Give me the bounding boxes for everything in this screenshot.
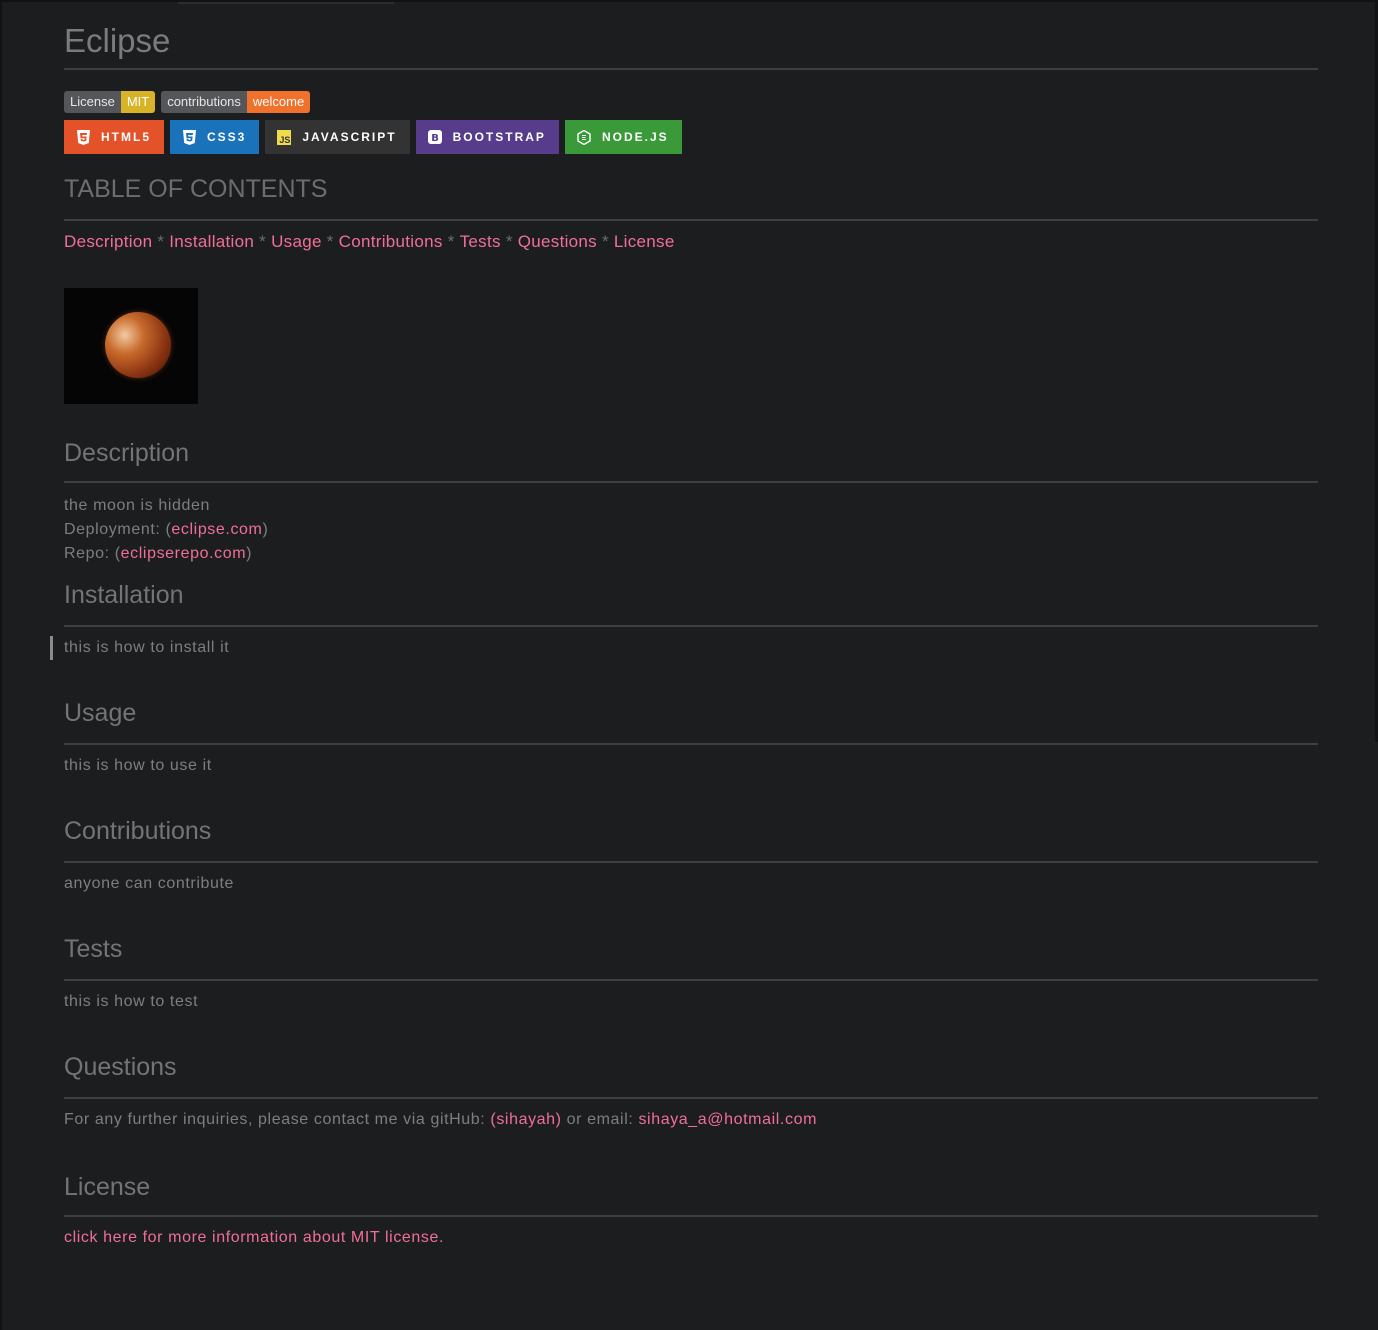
tab-indicator [178,2,394,4]
nodejs-badge[interactable]: NODE.JS [564,120,682,154]
license-heading: License [64,1173,151,1201]
questions-text-middle: or email: [561,1111,639,1128]
installation-text: this is how to install it [64,639,230,656]
toc-separator: * [447,232,455,251]
close-paren: ) [246,545,253,562]
javascript-badge[interactable]: JS JAVASCRIPT [265,120,410,154]
badge-label: JAVASCRIPT [302,130,397,144]
repo-line: Repo: (eclipserepo.com) [64,542,268,566]
table-of-contents: Description * Installation * Usage * Contribut… [64,232,675,252]
html5-badge[interactable]: HTML5 [64,120,164,154]
divider [64,743,1318,745]
readme-page: Eclipse License MIT contributions welcom… [0,0,1378,1330]
toc-link-installation[interactable]: Installation [169,232,254,251]
license-link[interactable]: click here for more information about MI… [64,1229,444,1246]
badge-label: License [64,91,121,113]
page-title: Eclipse [64,22,171,59]
moon-graphic [105,312,171,378]
toc-link-contributions[interactable]: Contributions [339,232,443,251]
description-text: the moon is hidden [64,497,211,514]
divider [64,1215,1318,1217]
toc-link-license[interactable]: License [614,232,675,251]
repo-link[interactable]: eclipserepo.com [121,545,247,562]
css3-icon [182,129,196,145]
license-badge[interactable]: License MIT [64,91,156,113]
toc-separator: * [505,232,513,251]
toc-separator: * [601,232,609,251]
css3-badge[interactable]: CSS3 [170,120,260,154]
description-heading: Description [64,439,190,467]
installation-heading: Installation [64,581,184,609]
toc-heading: TABLE OF CONTENTS [64,175,328,203]
email-link[interactable]: sihaya_a@hotmail.com [638,1111,817,1128]
divider [64,625,1318,627]
deployment-label: Deployment: ( [64,521,172,538]
badge-label: NODE.JS [601,130,669,144]
divider [64,861,1318,863]
divider [64,219,1318,221]
javascript-icon: JS [277,129,292,145]
toc-link-description[interactable]: Description [64,232,152,251]
divider [64,979,1318,981]
toc-link-usage[interactable]: Usage [271,232,322,251]
usage-heading: Usage [64,699,137,727]
close-paren: ) [262,521,269,538]
divider [64,1097,1318,1099]
usage-text: this is how to use it [64,757,212,774]
shield-badges: License MIT contributions welcome [64,91,311,113]
contributions-badge[interactable]: contributions welcome [161,91,311,113]
svg-text:B: B [431,133,439,144]
toc-link-questions[interactable]: Questions [518,232,597,251]
toc-separator: * [259,232,267,251]
tests-heading: Tests [64,935,123,963]
divider [64,68,1318,70]
deployment-line: Deployment: (eclipse.com) [64,518,268,542]
eclipse-image [64,288,198,404]
questions-text-before: For any further inquiries, please contac… [64,1111,491,1128]
license-section: click here for more information about MI… [64,1226,444,1250]
contributions-heading: Contributions [64,817,212,845]
questions-heading: Questions [64,1053,177,1081]
bootstrap-icon: B [427,130,442,145]
divider [64,481,1318,483]
badge-label: HTML5 [101,130,151,144]
tests-text: this is how to test [64,993,199,1010]
badge-label: BOOTSTRAP [452,130,546,144]
badge-value: welcome [246,91,311,113]
toc-link-tests[interactable]: Tests [460,232,501,251]
bootstrap-badge[interactable]: B BOOTSTRAP [415,120,559,154]
deployment-link[interactable]: eclipse.com [171,521,262,538]
repo-label: Repo: ( [64,545,121,562]
badge-label: contributions [161,91,247,113]
badge-label: CSS3 [207,130,247,144]
tech-badges: HTML5 CSS3 JS JAVASCRIPT B BOOTSTRAP NOD… [64,120,682,154]
toc-separator: * [326,232,334,251]
badge-value: MIT [120,91,156,113]
contributions-text: anyone can contribute [64,875,235,892]
questions-text: For any further inquiries, please contac… [64,1108,817,1132]
blockquote-bar [50,636,53,660]
description-section: the moon is hidden Deployment: (eclipse.… [64,494,268,566]
html5-icon [76,129,90,145]
nodejs-icon [577,129,591,145]
toc-separator: * [157,232,165,251]
github-link[interactable]: (sihayah) [490,1111,561,1128]
